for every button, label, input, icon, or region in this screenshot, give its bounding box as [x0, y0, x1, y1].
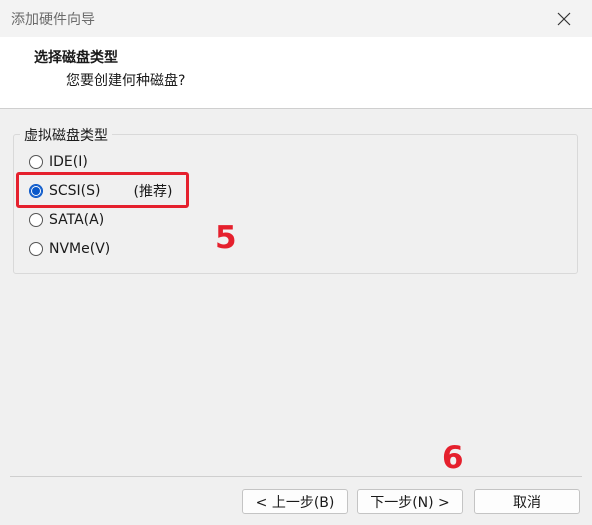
- radio-sata[interactable]: SATA(A): [29, 209, 104, 231]
- radio-nvme-circle[interactable]: [29, 242, 43, 256]
- footer-separator: [10, 476, 582, 477]
- close-button[interactable]: [546, 5, 582, 33]
- radio-ide-label: IDE(I): [49, 154, 88, 170]
- step-5-annotation: 5: [215, 220, 237, 256]
- radio-sata-label: SATA(A): [49, 212, 105, 228]
- disk-type-group-label: 虚拟磁盘类型: [20, 125, 112, 145]
- radio-sata-circle[interactable]: [29, 213, 43, 227]
- radio-ide-circle[interactable]: [29, 155, 43, 169]
- close-icon: [557, 12, 571, 26]
- add-hardware-wizard-window: 添加硬件向导 选择磁盘类型 您要创建何种磁盘? 虚拟磁盘类型 IDE(I) SC…: [0, 0, 592, 525]
- scsi-highlight-box: [16, 172, 189, 208]
- next-button[interactable]: 下一步(N) >: [357, 489, 463, 514]
- page-title: 选择磁盘类型: [34, 50, 118, 66]
- wizard-header: 选择磁盘类型 您要创建何种磁盘?: [0, 37, 592, 109]
- back-button[interactable]: < 上一步(B): [242, 489, 348, 514]
- step-6-annotation: 6: [442, 440, 464, 476]
- radio-ide[interactable]: IDE(I): [29, 151, 88, 173]
- page-subtitle: 您要创建何种磁盘?: [66, 73, 186, 89]
- radio-nvme[interactable]: NVMe(V): [29, 238, 110, 260]
- title-bar: 添加硬件向导: [0, 0, 592, 37]
- radio-nvme-label: NVMe(V): [49, 241, 111, 257]
- window-title: 添加硬件向导: [11, 12, 95, 28]
- cancel-button[interactable]: 取消: [474, 489, 580, 514]
